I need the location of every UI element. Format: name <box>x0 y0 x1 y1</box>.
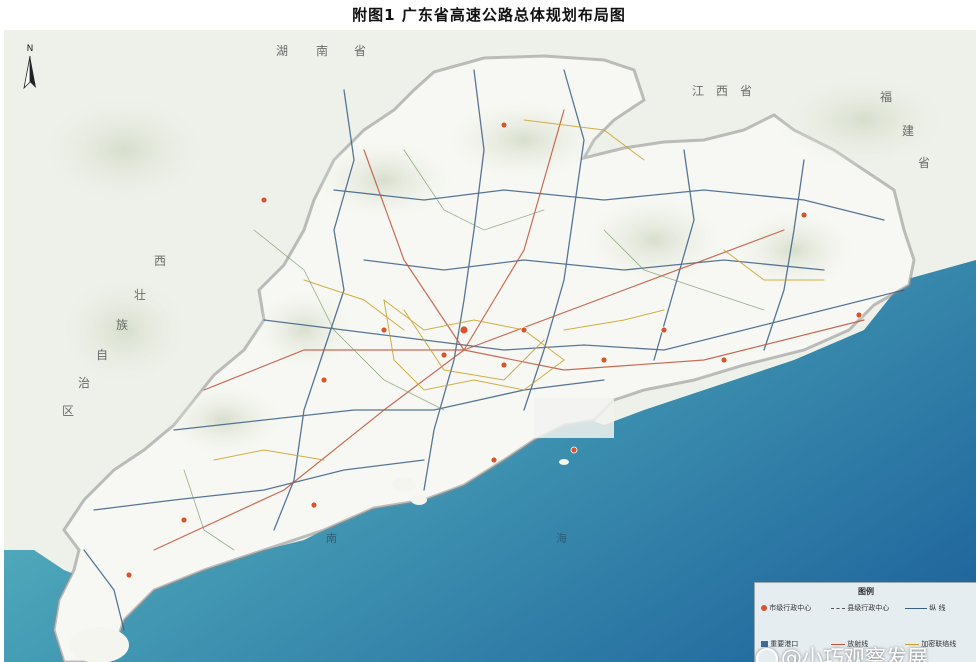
city-marker <box>800 211 808 219</box>
city-marker <box>500 121 508 129</box>
vertical-line-icon <box>905 607 927 609</box>
map-svg <box>4 30 976 662</box>
legend-item-vertical: 纵 线 <box>905 603 945 613</box>
city-marker <box>855 311 863 319</box>
city-marker <box>500 361 508 369</box>
city-marker <box>440 351 448 359</box>
county-center-icon <box>831 607 845 609</box>
city-marker <box>570 446 578 454</box>
fujian-label-1: 福 <box>880 90 894 104</box>
city-marker <box>490 456 498 464</box>
watermark-logo-icon <box>756 648 778 662</box>
watermark: @小巧观察发展 <box>756 642 928 662</box>
legend-item-city: 市级行政中心 <box>761 603 811 613</box>
guangxi-label-3: 族 <box>116 318 130 332</box>
city-marker <box>520 326 528 334</box>
city-center-icon <box>761 605 767 611</box>
north-arrow-icon <box>23 55 36 90</box>
jiangxi-label-3: 省 <box>740 84 754 98</box>
city-marker <box>660 326 668 334</box>
city-marker <box>320 376 328 384</box>
legend-item-county: 县级行政中心 <box>831 603 889 613</box>
jiangxi-label-1: 江 <box>692 84 706 98</box>
legend-label-county: 县级行政中心 <box>847 604 890 612</box>
map-canvas[interactable]: N 湖 南 省 江 西 省 福 建 省 西 壮 族 自 治 区 南 海 图例 市… <box>4 30 976 662</box>
city-marker <box>260 196 268 204</box>
guangxi-label-6: 区 <box>62 404 76 418</box>
city-marker <box>180 516 188 524</box>
north-arrow: N <box>18 44 42 92</box>
guangxi-label-4: 自 <box>96 348 110 362</box>
hunan-label-3: 省 <box>354 44 368 58</box>
fujian-label-3: 省 <box>918 156 932 170</box>
sea-label-2: 海 <box>556 532 567 545</box>
guangxi-label-5: 治 <box>78 376 92 390</box>
legend-label-city: 市级行政中心 <box>769 604 812 612</box>
map-title: 附图1 广东省高速公路总体规划布局图 <box>0 0 978 30</box>
hong-kong-area <box>534 398 614 438</box>
fujian-label-2: 建 <box>902 124 916 138</box>
city-marker <box>125 571 133 579</box>
hunan-label-2: 南 <box>316 44 330 58</box>
city-marker <box>600 356 608 364</box>
city-marker <box>720 356 728 364</box>
sea-label-1: 南 <box>326 532 337 545</box>
city-marker <box>380 326 388 334</box>
city-marker <box>459 325 469 335</box>
legend-label-vertical: 纵 线 <box>929 604 946 612</box>
hunan-label-1: 湖 <box>276 44 290 58</box>
guangxi-label-1: 西 <box>154 254 168 268</box>
guangxi-label-2: 壮 <box>134 288 148 302</box>
watermark-text: @小巧观察发展 <box>781 646 928 662</box>
legend-title: 图例 <box>858 587 874 596</box>
city-marker <box>310 501 318 509</box>
jiangxi-label-2: 西 <box>716 84 730 98</box>
